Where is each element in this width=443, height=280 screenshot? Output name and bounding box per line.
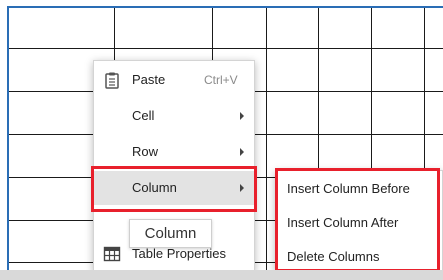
menu-item-row[interactable]: Row [94,135,254,169]
chevron-right-icon [240,148,244,156]
clipboard-icon [105,72,119,89]
menu-item-label: Cell [132,108,155,123]
submenu-item-label: Delete Columns [287,249,380,264]
column-submenu: Insert Column Before Insert Column After… [275,170,443,272]
paste-shortcut: Ctrl+V [204,73,238,87]
menu-item-label: Table Properties [132,246,226,261]
menu-item-label: Column [132,180,177,195]
menu-item-column[interactable]: Column [94,171,254,205]
menu-item-label: Paste [132,72,166,87]
submenu-item-insert-after[interactable]: Insert Column After [276,206,442,240]
tooltip: Column [129,219,212,248]
bottom-scrollbar[interactable] [0,270,443,280]
submenu-item-insert-before[interactable]: Insert Column Before [276,172,442,206]
table-icon [103,246,121,262]
chevron-right-icon [240,112,244,120]
tooltip-text: Column [144,225,197,242]
submenu-item-label: Insert Column After [287,215,399,230]
menu-item-label: Row [132,144,159,159]
submenu-item-delete-columns[interactable]: Delete Columns [276,240,442,274]
menu-item-cell[interactable]: Cell [94,99,254,133]
menu-item-paste[interactable]: Paste Ctrl+V [94,63,254,97]
chevron-right-icon [240,184,244,192]
submenu-item-label: Insert Column Before [287,181,410,196]
